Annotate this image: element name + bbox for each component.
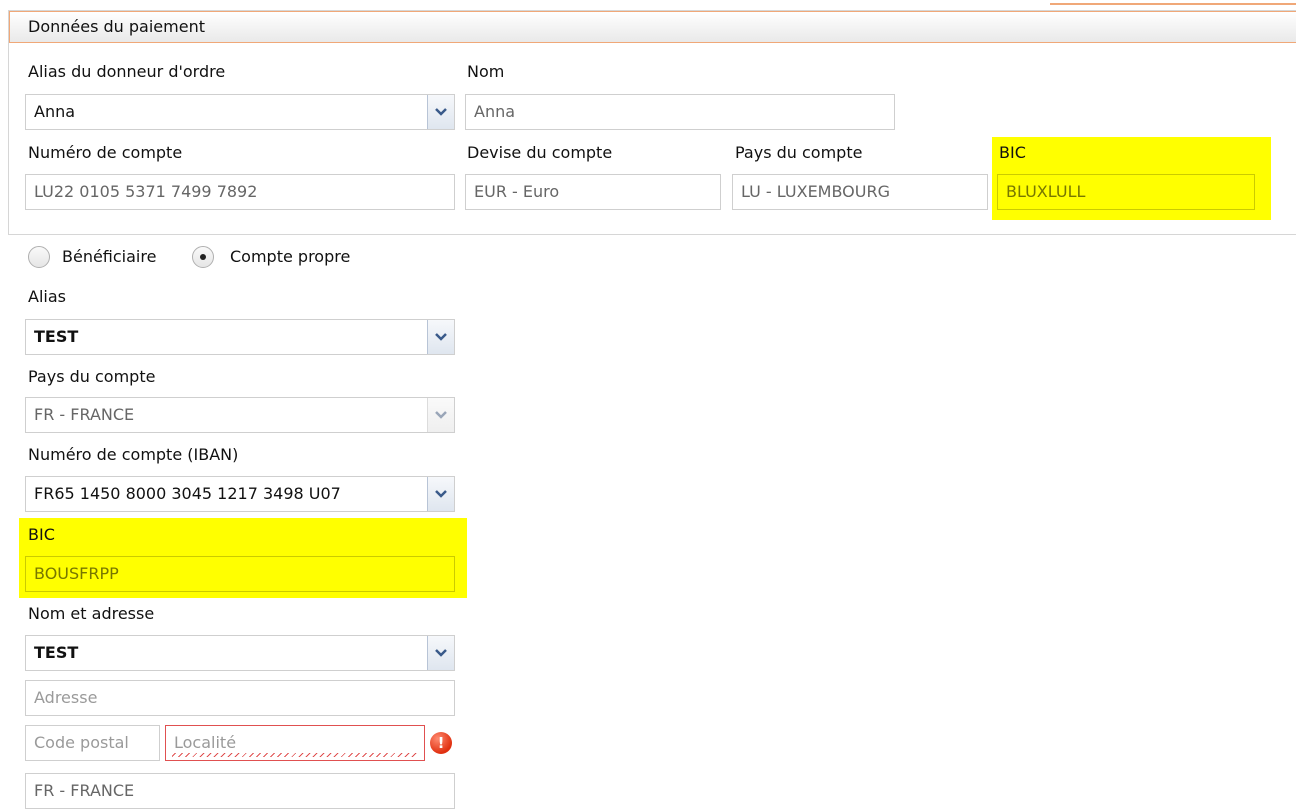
- radio-beneficiaire-label: Bénéficiaire: [62, 247, 157, 266]
- ordering-name-label: Nom: [467, 62, 505, 81]
- beneficiary-iban-label: Numéro de compte (IBAN): [28, 445, 239, 464]
- beneficiary-bic-label: BIC: [28, 525, 55, 544]
- chevron-down-icon[interactable]: [427, 398, 454, 432]
- beneficiary-country-label: Pays du compte: [28, 367, 156, 386]
- postal-code-input[interactable]: Code postal: [25, 725, 160, 761]
- error-underline: [172, 753, 418, 757]
- chevron-down-icon[interactable]: [427, 636, 454, 670]
- radio-compte-propre-circle[interactable]: [192, 246, 214, 268]
- beneficiary-country-select[interactable]: FR - FRANCE: [25, 397, 455, 433]
- ordering-currency-label: Devise du compte: [467, 143, 613, 162]
- city-placeholder: Localité: [174, 733, 237, 752]
- ordering-account-label: Numéro de compte: [28, 143, 183, 162]
- section-title: Données du paiement: [9, 11, 1296, 43]
- city-input[interactable]: Localité: [165, 725, 425, 761]
- beneficiary-iban-value: FR65 1450 8000 3045 1217 3498 U07: [34, 484, 341, 503]
- beneficiary-iban-select[interactable]: FR65 1450 8000 3045 1217 3498 U07: [25, 476, 455, 512]
- name-address-label: Nom et adresse: [28, 604, 155, 623]
- radio-beneficiaire[interactable]: Bénéficiaire: [28, 245, 188, 269]
- radio-compte-propre[interactable]: Compte propre: [192, 245, 372, 269]
- beneficiary-name-select[interactable]: TEST: [25, 635, 455, 671]
- radio-compte-propre-label: Compte propre: [230, 247, 351, 266]
- beneficiary-country-value: FR - FRANCE: [34, 405, 135, 424]
- beneficiary-alias-label: Alias: [28, 287, 66, 306]
- ordering-country-label: Pays du compte: [735, 143, 863, 162]
- ordering-currency-field[interactable]: EUR - Euro: [465, 174, 721, 210]
- chevron-down-icon[interactable]: [427, 95, 454, 129]
- ordering-name-field[interactable]: Anna: [465, 94, 895, 130]
- beneficiary-alias-value: TEST: [34, 327, 79, 346]
- address-input[interactable]: Adresse: [25, 680, 455, 716]
- ordering-alias-value: Anna: [34, 102, 76, 121]
- ordering-bic-label: BIC: [999, 143, 1026, 162]
- address-country-field[interactable]: FR - FRANCE: [25, 773, 455, 809]
- ordering-account-field[interactable]: LU22 0105 5371 7499 7892: [25, 174, 455, 210]
- beneficiary-alias-select[interactable]: TEST: [25, 319, 455, 355]
- chevron-down-icon[interactable]: [427, 320, 454, 354]
- ordering-country-field[interactable]: LU - LUXEMBOURG: [732, 174, 988, 210]
- beneficiary-name-value: TEST: [34, 643, 79, 662]
- section-divider: [8, 234, 1296, 235]
- ordering-alias-label: Alias du donneur d'ordre: [28, 62, 226, 81]
- top-accent-line: [1050, 0, 1296, 5]
- radio-beneficiaire-circle[interactable]: [28, 246, 50, 268]
- exclamation-icon: !: [430, 732, 452, 754]
- ordering-bic-field[interactable]: BLUXLULL: [997, 174, 1255, 210]
- beneficiary-bic-field[interactable]: BOUSFRPP: [25, 556, 455, 592]
- chevron-down-icon[interactable]: [427, 477, 454, 511]
- ordering-alias-select[interactable]: Anna: [25, 94, 455, 130]
